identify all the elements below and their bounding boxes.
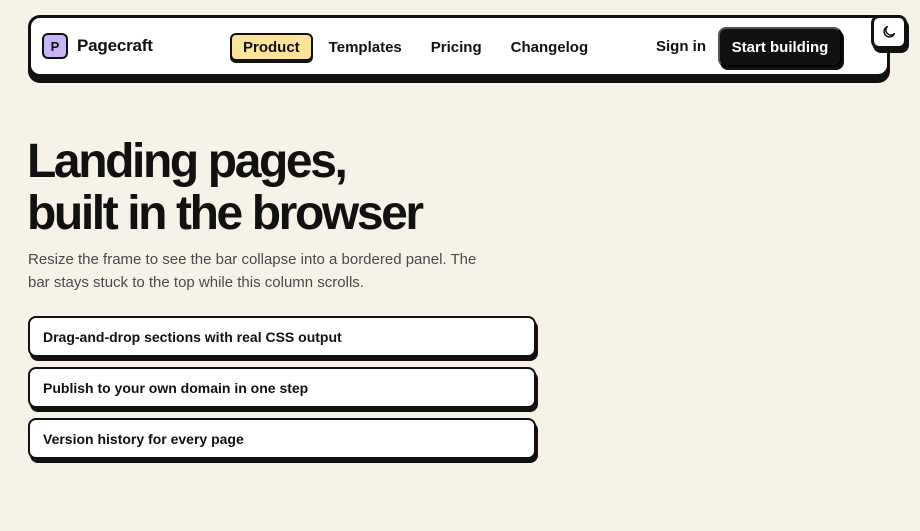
page: P Pagecraft Product Templates Pricing Ch… bbox=[0, 0, 920, 531]
brand-logo-link[interactable]: P Pagecraft bbox=[42, 33, 153, 59]
nav-links: Product Templates Pricing Changelog bbox=[230, 33, 604, 61]
feature-card: Version history for every page bbox=[28, 418, 536, 459]
nav-link-pricing[interactable]: Pricing bbox=[418, 33, 495, 61]
nav-link-product[interactable]: Product bbox=[230, 33, 313, 61]
brand-name: Pagecraft bbox=[77, 36, 153, 55]
nav-link-changelog[interactable]: Changelog bbox=[498, 33, 602, 61]
top-nav-bar: P Pagecraft Product Templates Pricing Ch… bbox=[28, 15, 890, 77]
feature-card: Drag-and-drop sections with real CSS out… bbox=[28, 316, 536, 357]
hero-title-line-1: Landing pages, bbox=[27, 135, 348, 188]
start-building-button[interactable]: Start building bbox=[718, 27, 842, 67]
brand-mark-icon: P bbox=[42, 33, 68, 59]
sign-in-link[interactable]: Sign in bbox=[656, 38, 706, 55]
feature-list: Drag-and-drop sections with real CSS out… bbox=[28, 316, 538, 469]
hero-subtitle: Resize the frame to see the bar collapse… bbox=[28, 251, 477, 291]
moon-icon bbox=[883, 25, 896, 38]
feature-card: Publish to your own domain in one step bbox=[28, 367, 536, 408]
hero-title: Landing pages, built in the browser bbox=[27, 135, 424, 240]
nav-link-templates[interactable]: Templates bbox=[316, 33, 415, 61]
hero-title-line-2: built in the browser bbox=[27, 187, 424, 240]
theme-toggle-button[interactable] bbox=[871, 15, 907, 49]
